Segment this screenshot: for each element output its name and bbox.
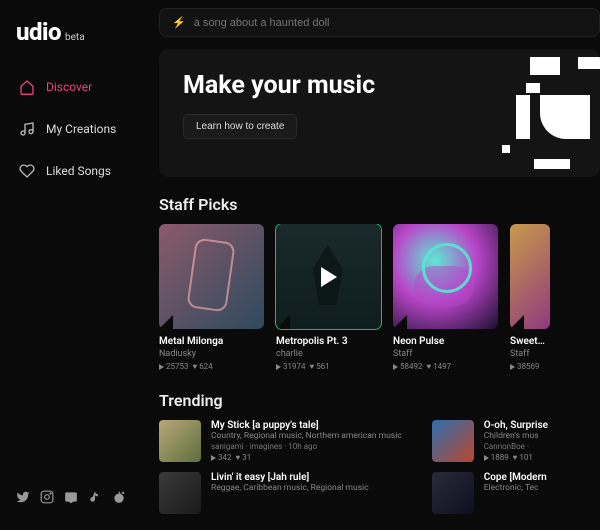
track-artist: Nadiusky	[159, 349, 264, 359]
track-stats: 58492 ♥ 1497	[393, 362, 498, 371]
nav-label: Discover	[46, 80, 92, 94]
track-meta: CannonBoe ·	[484, 442, 600, 451]
track-artist: charlie	[276, 349, 381, 359]
music-note-icon	[18, 120, 36, 138]
track-card[interactable]: Neon Pulse Staff 58492 ♥ 1497	[393, 224, 498, 371]
track-stats: 25753 ♥ 624	[159, 362, 264, 371]
home-icon	[18, 78, 36, 96]
trending-item[interactable]: Livin' it easy [Jah rule] Reggae, Caribb…	[159, 472, 402, 514]
track-title: Neon Pulse	[393, 336, 498, 347]
track-stats: 38569	[510, 362, 550, 371]
track-title: Metropolis Pt. 3	[276, 336, 381, 347]
track-thumbnail	[159, 472, 201, 514]
logo-beta-tag: beta	[65, 32, 85, 43]
staff-picks-row: Metal Milonga Nadiusky 25753 ♥ 624 Metro…	[159, 224, 600, 371]
track-card[interactable]: Metal Milonga Nadiusky 25753 ♥ 624	[159, 224, 264, 371]
learn-button[interactable]: Learn how to create	[183, 114, 297, 139]
trending-item[interactable]: Cope [Modern Electronic, Tec	[432, 472, 600, 514]
track-card[interactable]: Sweetest Cra Staff 38569	[510, 224, 550, 371]
reddit-icon[interactable]	[112, 490, 126, 508]
search-input[interactable]	[194, 17, 587, 29]
track-stats: 31974 ♥ 561	[276, 362, 381, 371]
track-stats: 1889 ♥ 101	[484, 453, 600, 462]
discord-icon[interactable]	[64, 490, 78, 508]
trending-item[interactable]: O-oh, Surprise Children's mus CannonBoe …	[432, 420, 600, 462]
play-icon[interactable]	[321, 267, 337, 287]
bolt-icon: ⚡	[172, 16, 186, 29]
trending-title: Trending	[159, 391, 600, 410]
main-content: ⚡ Make your music Learn how to create St…	[145, 0, 600, 530]
logo[interactable]: udio beta	[12, 18, 133, 46]
track-genre: Children's mus	[484, 431, 600, 441]
hero-art	[440, 49, 600, 177]
search-bar[interactable]: ⚡	[159, 8, 600, 37]
nav-item-liked-songs[interactable]: Liked Songs	[12, 154, 133, 188]
track-genre: Country, Regional music, Northern americ…	[211, 431, 402, 441]
nav-item-discover[interactable]: Discover	[12, 70, 133, 104]
track-artist: Staff	[510, 349, 550, 359]
instagram-icon[interactable]	[40, 490, 54, 508]
track-title: O-oh, Surprise	[484, 420, 600, 431]
nav-label: Liked Songs	[46, 164, 111, 178]
track-title: Cope [Modern	[484, 472, 600, 483]
track-genre: Electronic, Tec	[484, 483, 600, 493]
track-thumbnail	[432, 420, 474, 462]
track-stats: 342 ♥ 31	[211, 453, 402, 462]
staff-picks-title: Staff Picks	[159, 195, 600, 214]
nav-label: My Creations	[46, 122, 116, 136]
nav-item-my-creations[interactable]: My Creations	[12, 112, 133, 146]
heart-icon	[18, 162, 36, 180]
track-title: My Stick [a puppy's tale]	[211, 420, 402, 431]
track-title: Sweetest Cra	[510, 336, 550, 347]
track-thumbnail	[432, 472, 474, 514]
trending-list: My Stick [a puppy's tale] Country, Regio…	[159, 420, 600, 524]
track-title: Metal Milonga	[159, 336, 264, 347]
sidebar: udio beta Discover My Creations Liked So…	[0, 0, 145, 530]
tiktok-icon[interactable]	[88, 490, 102, 508]
social-links	[12, 486, 133, 512]
track-card[interactable]: Metropolis Pt. 3 charlie 31974 ♥ 561	[276, 224, 381, 371]
track-title: Livin' it easy [Jah rule]	[211, 472, 402, 483]
hero-banner: Make your music Learn how to create	[159, 49, 600, 177]
logo-wordmark: udio	[16, 18, 61, 46]
track-genre: Reggae, Caribbean music, Regional music	[211, 483, 402, 493]
twitter-icon[interactable]	[16, 490, 30, 508]
track-artist: Staff	[393, 349, 498, 359]
trending-item[interactable]: My Stick [a puppy's tale] Country, Regio…	[159, 420, 402, 462]
track-thumbnail	[159, 420, 201, 462]
track-meta: sanigami · imagines · 10h ago	[211, 442, 402, 451]
